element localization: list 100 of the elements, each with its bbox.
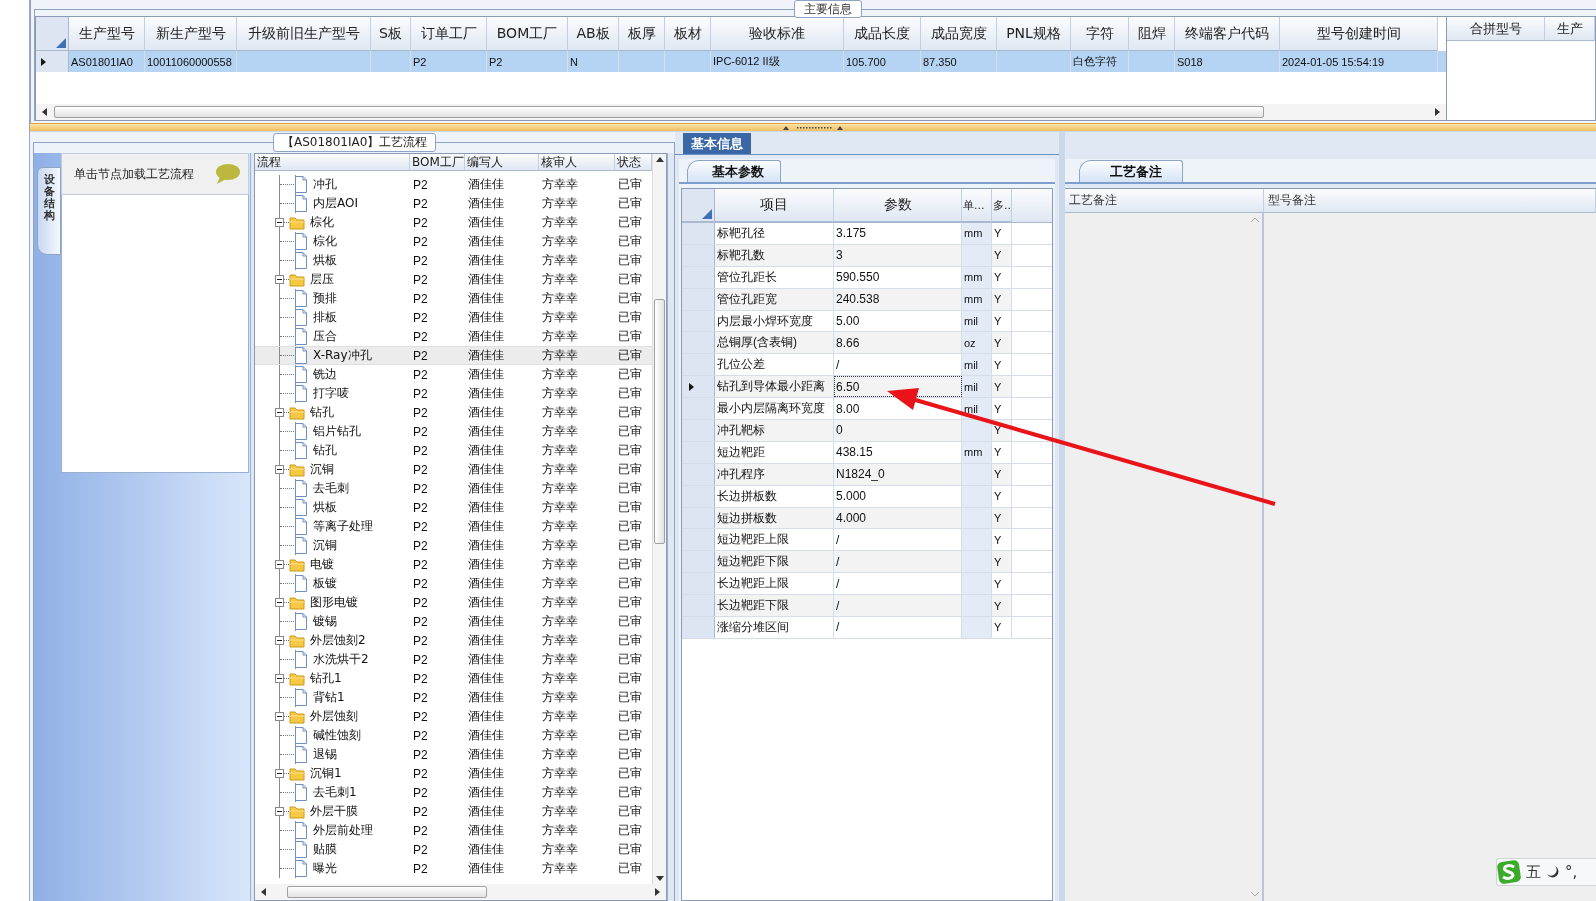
tree-row[interactable]: 水洗烘干2 P2 酒佳佳 方幸幸 已审 (255, 650, 653, 669)
column-header[interactable]: PNL规格 (997, 17, 1071, 51)
column-header[interactable]: 成品宽度 (921, 17, 997, 51)
column-header[interactable]: 项目 (715, 189, 834, 222)
tree-row[interactable]: 冲孔 P2 酒佳佳 方幸幸 已审 (255, 175, 653, 194)
scrollbar-thumb[interactable] (54, 106, 1264, 118)
table-row[interactable]: 长边靶距下限 / Y (682, 595, 1052, 618)
table-row[interactable]: AS01801IA0 10011060000558 P2 P2 N IPC-6012 II级 105.700 87.350 白色字符 S018 2024-01-05 15:54:19 (36, 51, 1446, 72)
column-header[interactable]: 合拼型号 (1447, 17, 1545, 41)
tree-row[interactable]: 预排 P2 酒佳佳 方幸幸 已审 (255, 289, 653, 308)
tree-row[interactable]: 钻孔 P2 酒佳佳 方幸幸 已审 (255, 403, 653, 422)
tree-row[interactable]: 烘板 P2 酒佳佳 方幸幸 已审 (255, 251, 653, 270)
column-header[interactable]: 编写人 (465, 154, 540, 171)
table-row[interactable]: 短边拼板数 4.000 Y (682, 507, 1052, 530)
tree-row[interactable]: 压合 P2 酒佳佳 方幸幸 已审 (255, 327, 653, 346)
collapse-icon[interactable] (275, 408, 285, 417)
table-row[interactable]: 钻孔到导体最小距离 6.50 mil Y (682, 376, 1052, 399)
tree-row[interactable]: 棕化 P2 酒佳佳 方幸幸 已审 (255, 232, 653, 251)
collapse-icon[interactable] (275, 465, 285, 474)
column-header[interactable]: BOM工厂 (410, 154, 466, 171)
ime-logo-icon[interactable] (1497, 860, 1521, 884)
scrollbar-thumb[interactable] (287, 886, 488, 898)
tree-row[interactable]: 层压 P2 酒佳佳 方幸幸 已审 (255, 270, 653, 289)
table-row[interactable]: 管位孔距长 590.550 mm Y (682, 266, 1052, 289)
table-row[interactable]: 管位孔距宽 240.538 mm Y (682, 288, 1052, 311)
punctuation-mode-text[interactable]: °, (1565, 863, 1578, 881)
collapse-icon[interactable] (275, 636, 285, 645)
column-header[interactable]: 验收标准 (711, 17, 844, 51)
tab[interactable]: 基本信息 (683, 133, 751, 154)
tree-row[interactable]: 去毛刺1 P2 酒佳佳 方幸幸 已审 (255, 783, 653, 802)
table-row[interactable]: 冲孔程序 N1824_0 Y (682, 463, 1052, 486)
tree-row[interactable]: 外层前处理 P2 酒佳佳 方幸幸 已审 (255, 821, 653, 840)
column-header[interactable]: 阻焊 (1129, 17, 1175, 51)
tree-row[interactable]: 等离子处理 P2 酒佳佳 方幸幸 已审 (255, 517, 653, 536)
column-header[interactable]: 型号创建时间 (1280, 17, 1438, 51)
collapse-icon[interactable] (275, 674, 285, 683)
tree-row[interactable]: 沉铜 P2 酒佳佳 方幸幸 已审 (255, 460, 653, 479)
tree-row[interactable]: 棕化 P2 酒佳佳 方幸幸 已审 (255, 213, 653, 232)
tab[interactable]: 工艺备注 (1079, 160, 1183, 182)
side-tab[interactable]: 设备结构 (37, 167, 61, 255)
tree-row[interactable]: 外层蚀刻 P2 酒佳佳 方幸幸 已审 (255, 707, 653, 726)
tree-row[interactable]: 电镀 P2 酒佳佳 方幸幸 已审 (255, 555, 653, 574)
column-header[interactable]: 生产型号 (69, 17, 145, 51)
vertical-scrollbar[interactable] (652, 154, 667, 884)
column-header[interactable]: 核审人 (539, 154, 616, 171)
collapse-icon[interactable] (275, 598, 285, 607)
column-header[interactable]: 升级前旧生产型号 (237, 17, 371, 51)
column-header[interactable]: 单... (962, 189, 992, 222)
column-header[interactable]: 流程 (255, 154, 411, 171)
moon-icon[interactable] (1546, 865, 1560, 879)
tree-row[interactable]: 铣边 P2 酒佳佳 方幸幸 已审 (255, 365, 653, 384)
collapse-icon[interactable] (275, 712, 285, 721)
collapse-icon[interactable] (275, 218, 285, 227)
tree-row[interactable]: 板镀 P2 酒佳佳 方幸幸 已审 (255, 574, 653, 593)
tree-row[interactable]: 钻孔 P2 酒佳佳 方幸幸 已审 (255, 441, 653, 460)
horizontal-scrollbar[interactable] (36, 104, 1446, 120)
tree-row[interactable]: 排板 P2 酒佳佳 方幸幸 已审 (255, 308, 653, 327)
tree-row[interactable]: 外层蚀刻2 P2 酒佳佳 方幸幸 已审 (255, 631, 653, 650)
table-row[interactable]: 短边靶距下限 / Y (682, 551, 1052, 574)
table-row[interactable]: 冲孔靶标 0 Y (682, 420, 1052, 442)
collapse-icon[interactable] (275, 560, 285, 569)
column-header[interactable]: 成品长度 (844, 17, 921, 51)
column-header[interactable]: 生产 (1545, 17, 1595, 41)
column-header[interactable]: AB板 (568, 17, 619, 51)
tree-row[interactable]: 打字唛 P2 酒佳佳 方幸幸 已审 (255, 384, 653, 403)
column-header[interactable]: 板厚 (619, 17, 665, 51)
horizontal-scrollbar[interactable] (255, 884, 667, 900)
column-header[interactable]: 新生产型号 (145, 17, 237, 51)
collapse-icon[interactable] (275, 807, 285, 816)
table-row[interactable]: 标靶孔数 3 Y (682, 244, 1052, 267)
table-row[interactable]: 总铜厚(含表铜) 8.66 oz Y (682, 332, 1052, 355)
table-row[interactable]: 长边拼板数 5.000 Y (682, 485, 1052, 508)
table-row[interactable]: 短边靶距 438.15 mm Y (682, 441, 1052, 464)
scrollbar-thumb[interactable] (654, 299, 666, 544)
tree-row[interactable]: 背钻1 P2 酒佳佳 方幸幸 已审 (255, 688, 653, 707)
tree-row[interactable]: X-Ray冲孔 P2 酒佳佳 方幸幸 已审 (255, 346, 653, 365)
tree-row[interactable]: 镀锡 P2 酒佳佳 方幸幸 已审 (255, 612, 653, 631)
tree-row[interactable]: 曝光 P2 酒佳佳 方幸幸 已审 (255, 859, 653, 878)
column-header[interactable]: 工艺备注 (1065, 189, 1264, 213)
column-header[interactable]: S板 (371, 17, 411, 51)
column-header[interactable]: 订单工厂 (411, 17, 487, 51)
tree-row[interactable]: 铝片钻孔 P2 酒佳佳 方幸幸 已审 (255, 422, 653, 441)
tree-row[interactable]: 烘板 P2 酒佳佳 方幸幸 已审 (255, 498, 653, 517)
tree-row[interactable]: 去毛刺 P2 酒佳佳 方幸幸 已审 (255, 479, 653, 498)
tree-row[interactable]: 沉铜1 P2 酒佳佳 方幸幸 已审 (255, 764, 653, 783)
collapse-icon[interactable] (275, 769, 285, 778)
column-header[interactable]: 参数 (834, 189, 962, 222)
table-row[interactable]: 涨缩分堆区间 / Y (682, 617, 1052, 639)
tree-row[interactable]: 退锡 P2 酒佳佳 方幸幸 已审 (255, 745, 653, 764)
tree-row[interactable]: 贴膜 P2 酒佳佳 方幸幸 已审 (255, 840, 653, 859)
tree-row[interactable]: 外层干膜 P2 酒佳佳 方幸幸 已审 (255, 802, 653, 821)
tree-row[interactable]: 钻孔1 P2 酒佳佳 方幸幸 已审 (255, 669, 653, 688)
column-header[interactable]: 板材 (665, 17, 711, 51)
column-header[interactable]: 多.. (992, 189, 1012, 222)
tab[interactable]: 基本参数 (687, 160, 781, 182)
column-header[interactable]: 终端客户代码 (1175, 17, 1280, 51)
input-mode-text[interactable]: 五 (1526, 862, 1541, 882)
tree-row[interactable]: 沉铜 P2 酒佳佳 方幸幸 已审 (255, 536, 653, 555)
column-header[interactable]: BOM工厂 (487, 17, 568, 51)
column-header[interactable]: 状态 (615, 154, 653, 171)
